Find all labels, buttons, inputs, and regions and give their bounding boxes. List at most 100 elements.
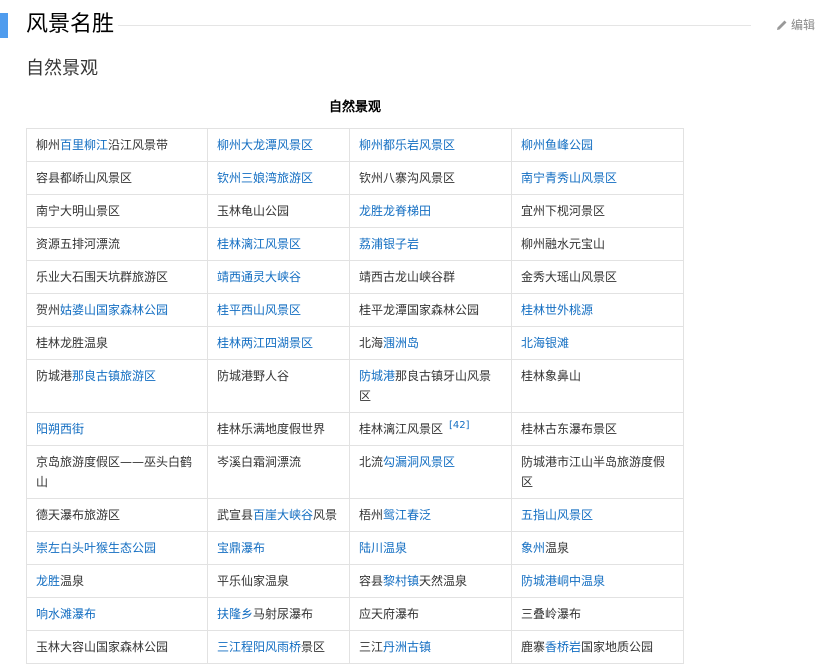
place-text: 靖西古龙山峡谷群 [359,270,456,284]
place-link[interactable]: 龙胜 [36,574,60,588]
place-text: 容县 [359,574,384,588]
table-row: 响水滩瀑布 扶隆乡马射尿瀑布 应天府瀑布 三叠岭瀑布 [26,597,684,631]
place-link[interactable]: 防城港峒中温泉 [521,574,605,588]
table-cell: 防城港市江山半岛旅游度假区 [511,445,684,499]
place-text: 温泉 [545,541,570,555]
place-link[interactable]: 扶隆乡 [217,607,253,621]
place-link[interactable]: 黎村镇 [383,574,419,588]
table-cell: 玉林龟山公园 [207,194,350,228]
place-link[interactable]: 百崖大峡谷 [253,508,313,522]
table-cell: 防城港那良古镇旅游区 [26,359,208,413]
table-cell: 钦州三娘湾旅游区 [207,161,350,195]
table-cell: 靖西古龙山峡谷群 [349,260,512,294]
table-cell: 容县都峤山风景区 [26,161,208,195]
place-link[interactable]: 涠洲岛 [383,336,419,350]
place-text: 梧州 [359,508,384,522]
place-text: 防城港野人谷 [217,369,290,383]
place-text: 容县都峤山风景区 [36,171,133,185]
place-text: 景区 [301,640,326,654]
title-divider [118,25,751,26]
place-text: 乐业大石围天坑群旅游区 [36,270,169,284]
scenic-spots-table: 柳州百里柳江沿江风景带 柳州大龙潭风景区 柳州都乐岩风景区 柳州鱼峰公园 容县都峤山风景… [26,128,684,664]
table-row: 桂林龙胜温泉 桂林两江四湖景区 北海涠洲岛 北海银滩 [26,326,684,360]
place-link[interactable]: 钦州三娘湾旅游区 [217,171,313,185]
place-link[interactable]: 柳州鱼峰公园 [521,138,593,152]
place-text: 玉林大容山国家森林公园 [36,640,169,654]
table-cell: 北海银滩 [511,326,684,360]
place-text: 三江 [359,640,384,654]
place-text: 三叠岭瀑布 [521,607,582,621]
place-link[interactable]: 桂林漓江风景区 [217,237,301,251]
place-text: 天然温泉 [419,574,468,588]
place-link[interactable]: 北海银滩 [521,336,569,350]
place-link[interactable]: 百里柳江 [60,138,108,152]
table-row: 容县都峤山风景区 钦州三娘湾旅游区 钦州八寨沟风景区 南宁青秀山风景区 [26,161,684,195]
place-text: 桂林漓江风景区 [359,422,444,436]
pencil-icon [775,18,789,32]
place-link[interactable]: 那良古镇旅游区 [72,369,156,383]
place-link[interactable]: 柳州都乐岩风景区 [359,138,455,152]
edit-button[interactable]: 编辑 [775,16,815,33]
table-cell: 北流勾漏洞风景区 [349,445,512,499]
place-link[interactable]: 丹洲古镇 [383,640,431,654]
table-cell: 宜州下枧河景区 [511,194,684,228]
table-cell: 陆川温泉 [349,531,512,565]
place-text: 桂平龙潭国家森林公园 [359,303,480,317]
place-link[interactable]: 象州 [521,541,545,555]
table-cell: 桂林乐满地度假世界 [207,412,350,446]
table-cell: 德天瀑布旅游区 [26,498,208,532]
place-text: 岑溪白霜涧漂流 [217,455,302,469]
table-cell: 乐业大石围天坑群旅游区 [26,260,208,294]
place-link[interactable]: 香桥岩 [545,640,581,654]
place-link[interactable]: 柳州大龙潭风景区 [217,138,313,152]
place-text: 温泉 [60,574,85,588]
place-link[interactable]: 陆川温泉 [359,541,407,555]
place-link[interactable]: 桂平西山风景区 [217,303,301,317]
place-text: 平乐仙家温泉 [217,574,290,588]
place-link[interactable]: 勾漏洞风景区 [383,455,455,469]
table-row: 资源五排河漂流 桂林漓江风景区 荔浦银子岩 柳州融水元宝山 [26,227,684,261]
place-text: 资源五排河漂流 [36,237,121,251]
place-link[interactable]: 桂林世外桃源 [521,303,593,317]
table-caption: 自然景观 [328,100,381,115]
place-link[interactable]: 鸳江春泛 [383,508,431,522]
place-text: 北海 [359,336,384,350]
place-link[interactable]: 防城港 [359,369,395,383]
place-link[interactable]: 响水滩瀑布 [36,607,96,621]
place-link[interactable]: 阳朔西街 [36,422,84,436]
edit-label: 编辑 [790,18,815,32]
table-cell: 武宣县百崖大峡谷风景 [207,498,350,532]
place-link[interactable]: 龙胜龙脊梯田 [359,204,431,218]
table-cell: 龙胜龙脊梯田 [349,194,512,228]
section-accent-bar [0,13,8,38]
table-row: 玉林大容山国家森林公园 三江程阳风雨桥景区 三江丹洲古镇 鹿寨香桥岩国家地质公园 [26,630,684,664]
place-text: 武宣县 [217,508,254,522]
place-link[interactable]: 三江程阳风雨桥 [217,640,301,654]
table-cell: 防城港那良古镇牙山风景区 [349,359,512,413]
table-row: 防城港那良古镇旅游区 防城港野人谷 防城港那良古镇牙山风景区 桂林象鼻山 [26,359,684,413]
table-cell: 南宁青秀山风景区 [511,161,684,195]
place-link[interactable]: 靖西通灵大峡谷 [217,270,301,284]
place-link[interactable]: 南宁青秀山风景区 [521,171,617,185]
table-cell: 靖西通灵大峡谷 [207,260,350,294]
table-cell: 桂林漓江风景区 [207,227,350,261]
table-cell: 柳州都乐岩风景区 [349,128,512,162]
place-link[interactable]: 姑婆山国家森林公园 [60,303,168,317]
place-link[interactable]: 荔浦银子岩 [359,237,419,251]
place-text: 桂林古东瀑布景区 [521,422,618,436]
place-link[interactable]: 五指山风景区 [521,508,593,522]
place-link[interactable]: 崇左白头叶猴生态公园 [36,541,156,555]
table-cell: 阳朔西街 [26,412,208,446]
place-text: 钦州八寨沟风景区 [359,171,456,185]
table-cell: 柳州大龙潭风景区 [207,128,350,162]
table-cell: 三江程阳风雨桥景区 [207,630,350,664]
table-cell: 桂林漓江风景区 [42] [349,412,512,446]
place-text: 风景 [313,508,338,522]
place-link[interactable]: 桂林两江四湖景区 [217,336,313,350]
place-text: 桂林象鼻山 [521,369,582,383]
table-cell: 防城港野人谷 [207,359,350,413]
citation-link[interactable]: [42] [449,420,470,431]
table-cell: 京岛旅游度假区——巫头白鹤山 [26,445,208,499]
place-link[interactable]: 宝鼎瀑布 [217,541,265,555]
table-cell: 南宁大明山景区 [26,194,208,228]
